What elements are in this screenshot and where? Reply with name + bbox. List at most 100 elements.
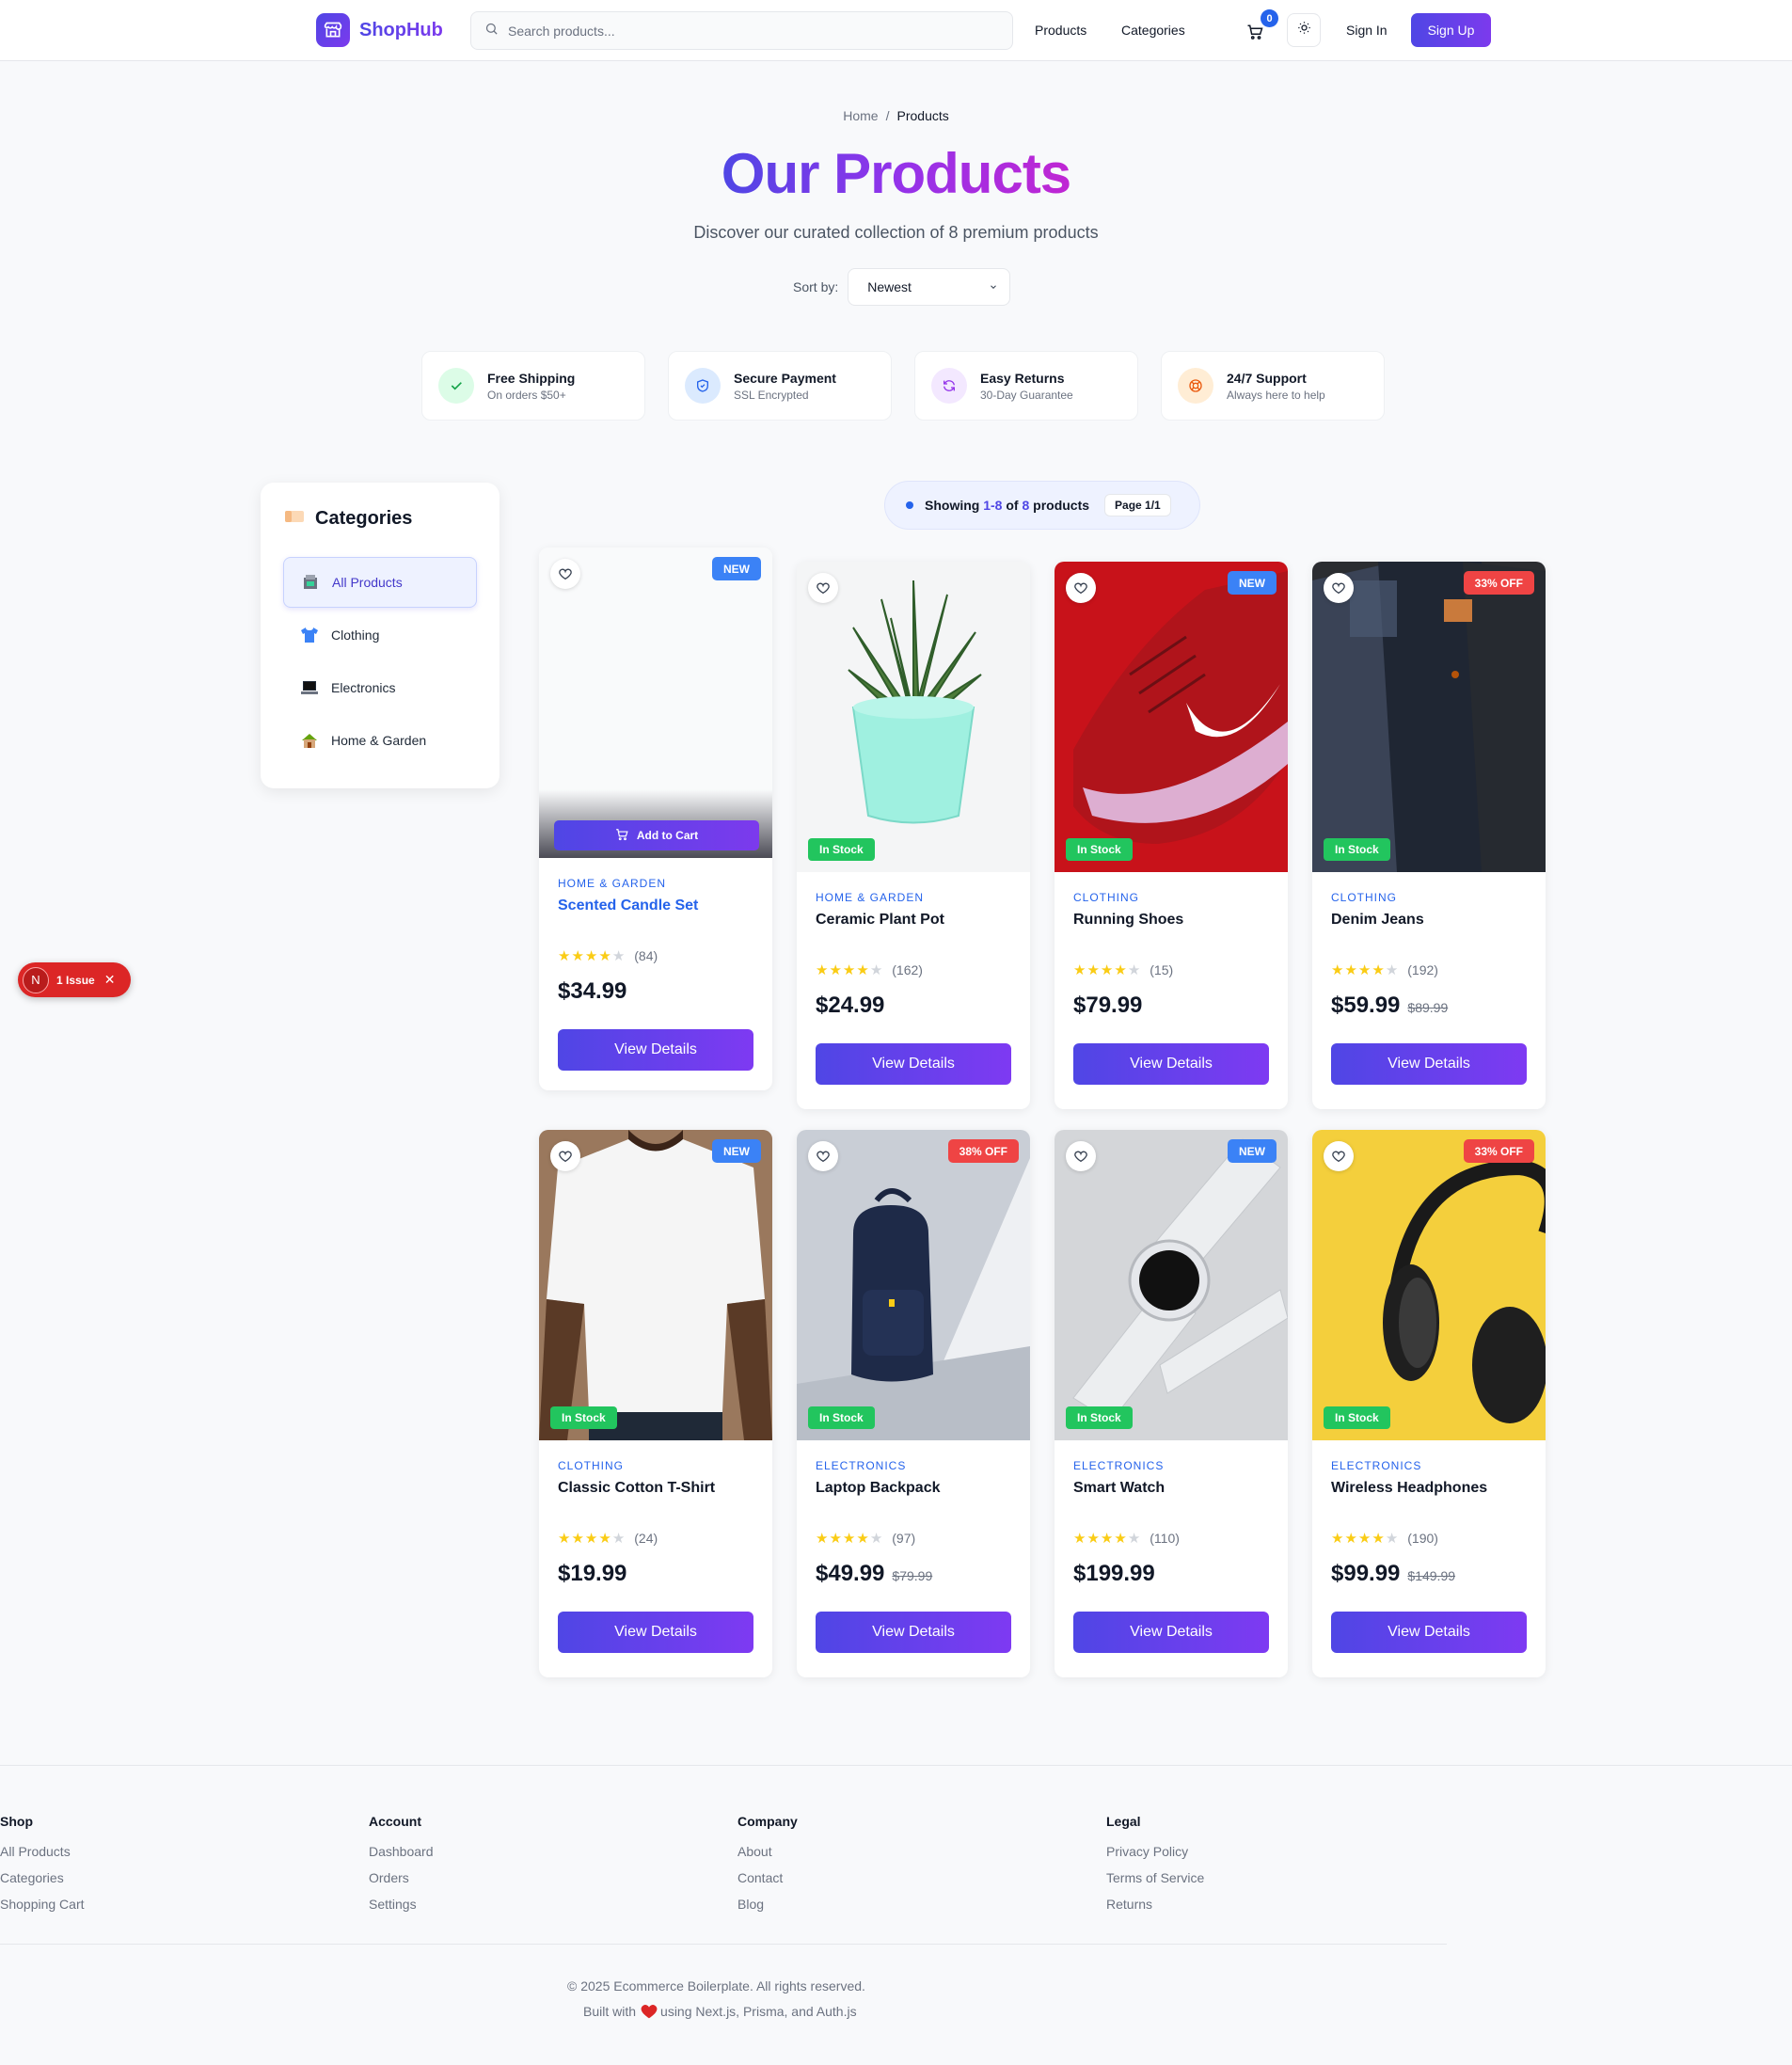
discount-badge: 33% OFF — [1463, 571, 1534, 595]
sign-up-button[interactable]: Sign Up — [1411, 13, 1491, 47]
footer-link[interactable]: Contact — [737, 1865, 798, 1891]
product-image[interactable] — [797, 1130, 1030, 1440]
sun-icon — [1297, 21, 1311, 40]
new-badge: NEW — [712, 1139, 761, 1163]
top-header: ShopHub Products Categories 0 Sign In Si… — [0, 0, 1792, 61]
heart-icon[interactable] — [808, 1141, 838, 1171]
heart-icon[interactable] — [1066, 1141, 1096, 1171]
product-card[interactable]: In Stock HOME & GARDEN Ceramic Plant Pot… — [797, 562, 1030, 1109]
search-box[interactable] — [470, 11, 1013, 50]
heart-icon[interactable] — [1324, 573, 1354, 603]
product-image[interactable] — [1055, 562, 1288, 872]
breadcrumb: Home / Products — [0, 108, 1792, 123]
heart-icon[interactable] — [550, 559, 580, 589]
category-clothing[interactable]: Clothing — [283, 610, 477, 660]
close-icon[interactable]: ✕ — [104, 972, 116, 988]
product-card[interactable]: NEW In Stock CLOTHING Classic Cotton T-S… — [539, 1130, 772, 1677]
view-details-button[interactable]: View Details — [816, 1043, 1011, 1085]
product-image[interactable] — [539, 548, 772, 858]
category-home-garden[interactable]: Home & Garden — [283, 715, 477, 766]
cart-icon — [615, 828, 628, 844]
sort-select[interactable]: Newest — [848, 268, 1011, 306]
feature-support: 24/7 Support Always here to help — [1161, 351, 1385, 421]
nav-products-link[interactable]: Products — [1035, 23, 1086, 38]
product-image[interactable] — [539, 1130, 772, 1440]
product-price: $99.99 $149.99 — [1331, 1561, 1456, 1586]
heart-icon[interactable] — [808, 573, 838, 603]
product-image[interactable] — [1312, 1130, 1546, 1440]
product-name[interactable]: Scented Candle Set — [558, 897, 698, 914]
footer-link[interactable]: Shopping Cart — [0, 1891, 85, 1917]
footer-link[interactable]: Terms of Service — [1106, 1865, 1204, 1891]
footer-link[interactable]: Returns — [1106, 1891, 1204, 1917]
sidebar-heading: Categories — [283, 508, 412, 530]
product-image[interactable] — [797, 562, 1030, 872]
heart-icon[interactable] — [550, 1141, 580, 1171]
footer-heading: Company — [737, 1814, 798, 1829]
dev-issues-indicator[interactable]: N 1 Issue ✕ — [18, 962, 131, 997]
product-card[interactable]: 38% OFF In Stock ELECTRONICS Laptop Back… — [797, 1130, 1030, 1677]
shirt-icon — [299, 625, 320, 645]
add-to-cart-button[interactable]: Add to Cart — [554, 820, 759, 850]
footer-link[interactable]: Dashboard — [369, 1838, 434, 1865]
product-image[interactable] — [1312, 562, 1546, 872]
category-all-products[interactable]: All Products — [283, 557, 477, 608]
product-name[interactable]: Classic Cotton T-Shirt — [558, 1480, 715, 1497]
original-price: $79.99 — [892, 1568, 933, 1583]
product-rating: ★ ★ ★ ★ ★ (192) — [1331, 962, 1438, 978]
sort-label: Sort by: — [793, 279, 839, 294]
product-category: CLOTHING — [558, 1459, 625, 1472]
footer-column-legal: Legal Privacy Policy Terms of Service Re… — [1106, 1814, 1204, 1917]
footer-link[interactable]: Settings — [369, 1891, 434, 1917]
heart-icon[interactable] — [1066, 573, 1096, 603]
sort-control: Sort by: Newest — [793, 268, 1011, 306]
theme-toggle-button[interactable] — [1287, 13, 1321, 47]
view-details-button[interactable]: View Details — [816, 1612, 1011, 1653]
product-name[interactable]: Ceramic Plant Pot — [816, 912, 944, 929]
product-image[interactable] — [1055, 1130, 1288, 1440]
chevron-down-icon — [989, 279, 998, 294]
laptop-icon — [299, 677, 320, 698]
brand-logo[interactable]: ShopHub — [316, 13, 443, 47]
product-name[interactable]: Wireless Headphones — [1331, 1480, 1487, 1497]
footer-link[interactable]: About — [737, 1838, 798, 1865]
cart-icon — [1246, 24, 1263, 44]
view-details-button[interactable]: View Details — [558, 1029, 753, 1071]
view-details-button[interactable]: View Details — [1073, 1612, 1269, 1653]
view-details-button[interactable]: View Details — [1073, 1043, 1269, 1085]
view-details-button[interactable]: View Details — [1331, 1612, 1527, 1653]
category-electronics[interactable]: Electronics — [283, 662, 477, 713]
footer-divider — [0, 1944, 1447, 1945]
sort-selected-value: Newest — [867, 279, 912, 294]
product-category: ELECTRONICS — [1073, 1459, 1165, 1472]
brand-name: ShopHub — [359, 19, 443, 40]
product-rating: ★ ★ ★ ★ ★ (84) — [558, 948, 658, 964]
sign-in-link[interactable]: Sign In — [1346, 23, 1388, 38]
product-name[interactable]: Laptop Backpack — [816, 1480, 940, 1497]
search-input[interactable] — [508, 23, 978, 39]
footer-heading: Shop — [0, 1814, 33, 1829]
breadcrumb-home-link[interactable]: Home — [843, 108, 878, 123]
product-category: ELECTRONICS — [1331, 1459, 1422, 1472]
product-name[interactable]: Smart Watch — [1073, 1480, 1165, 1497]
footer-link[interactable]: Orders — [369, 1865, 434, 1891]
footer-link[interactable]: Privacy Policy — [1106, 1838, 1204, 1865]
product-card[interactable]: NEW In Stock CLOTHING Running Shoes ★ ★ ★ ★… — [1055, 562, 1288, 1109]
view-details-button[interactable]: View Details — [1331, 1043, 1527, 1085]
footer-link[interactable]: Blog — [737, 1891, 798, 1917]
product-card[interactable]: NEW Add to Cart HOME & GARDEN Scented Ca… — [539, 548, 772, 1090]
footer-link[interactable]: All Products — [0, 1838, 85, 1865]
product-name[interactable]: Denim Jeans — [1331, 912, 1424, 929]
product-rating: ★ ★ ★ ★ ★ (97) — [816, 1531, 916, 1547]
product-card[interactable]: NEW In Stock ELECTRONICS Smart Watch ★ ★ ★… — [1055, 1130, 1288, 1677]
product-card[interactable]: 33% OFF In Stock ELECTRONICS Wireless He… — [1312, 1130, 1546, 1677]
product-card[interactable]: 33% OFF In Stock CLOTHING Denim Jeans ★ ★… — [1312, 562, 1546, 1109]
stock-badge: In Stock — [550, 1406, 617, 1429]
nav-categories-link[interactable]: Categories — [1121, 23, 1185, 38]
stock-badge: In Stock — [1324, 1406, 1390, 1429]
footer-link[interactable]: Categories — [0, 1865, 85, 1891]
view-details-button[interactable]: View Details — [558, 1612, 753, 1653]
product-name[interactable]: Running Shoes — [1073, 912, 1183, 929]
cart-button[interactable]: 0 — [1246, 9, 1278, 44]
heart-icon[interactable] — [1324, 1141, 1354, 1171]
